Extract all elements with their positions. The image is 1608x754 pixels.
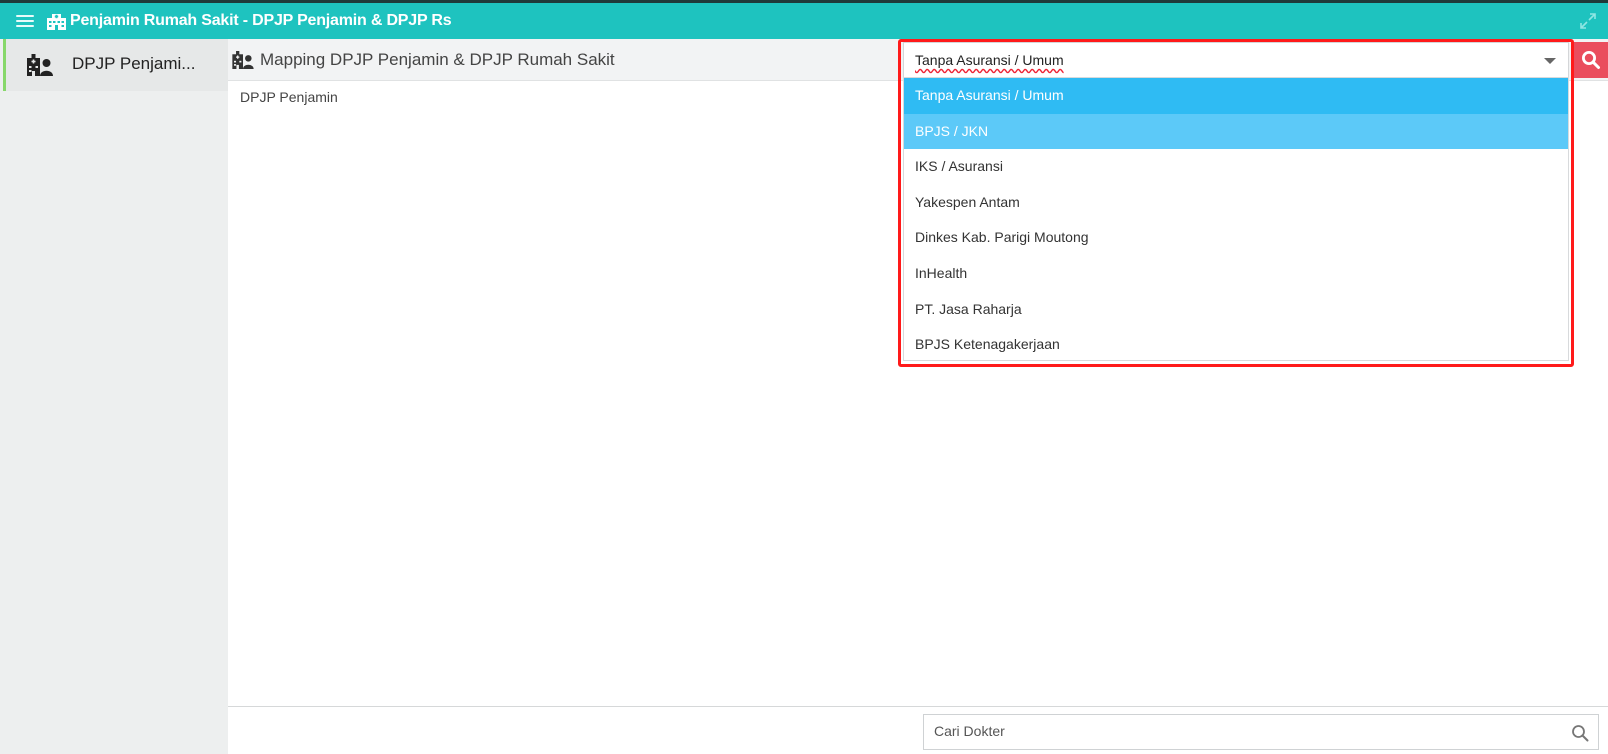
penjamin-select-value[interactable]: Tanpa Asuransi / Umum xyxy=(915,52,1064,68)
window-title: Penjamin Rumah Sakit - DPJP Penjamin & D… xyxy=(70,12,452,29)
penjamin-select[interactable]: Tanpa Asuransi / Umum xyxy=(903,42,1569,78)
expand-icon[interactable] xyxy=(1580,13,1596,29)
dropdown-option[interactable]: IKS / Asuransi xyxy=(904,149,1568,185)
dropdown-option[interactable]: Dinkes Kab. Parigi Moutong xyxy=(904,220,1568,256)
title-bar: Penjamin Rumah Sakit - DPJP Penjamin & D… xyxy=(0,3,1608,39)
chevron-down-icon[interactable] xyxy=(1544,58,1556,64)
dropdown-option[interactable]: InHealth xyxy=(904,256,1568,292)
dropdown-option[interactable]: Tanpa Asuransi / Umum xyxy=(904,78,1568,114)
hospital-icon xyxy=(47,14,66,30)
penjamin-dropdown-list: Tanpa Asuransi / Umum BPJS / JKN IKS / A… xyxy=(903,77,1569,361)
search-icon xyxy=(1582,51,1600,69)
dropdown-option[interactable]: PT. Jasa Raharja xyxy=(904,292,1568,328)
hospital-user-icon xyxy=(232,51,254,69)
page-title: Mapping DPJP Penjamin & DPJP Rumah Sakit xyxy=(260,50,615,69)
sidebar-item-label: DPJP Penjami... xyxy=(72,54,196,73)
hospital-user-icon xyxy=(27,54,53,76)
doctor-search-field[interactable] xyxy=(923,714,1599,750)
hamburger-menu-icon[interactable] xyxy=(16,15,34,29)
dropdown-option[interactable]: BPJS Ketenagakerjaan xyxy=(904,327,1568,363)
doctor-search-input[interactable] xyxy=(934,723,1534,739)
sidebar: DPJP Penjami... xyxy=(0,39,228,754)
search-icon[interactable] xyxy=(1571,724,1589,742)
dropdown-option[interactable]: Yakespen Antam xyxy=(904,185,1568,221)
section-label: DPJP Penjamin xyxy=(240,89,338,105)
search-button[interactable] xyxy=(1574,42,1608,78)
dropdown-option[interactable]: BPJS / JKN xyxy=(904,113,1568,150)
sidebar-item-dpjp-penjamin[interactable]: DPJP Penjami... xyxy=(3,39,228,91)
